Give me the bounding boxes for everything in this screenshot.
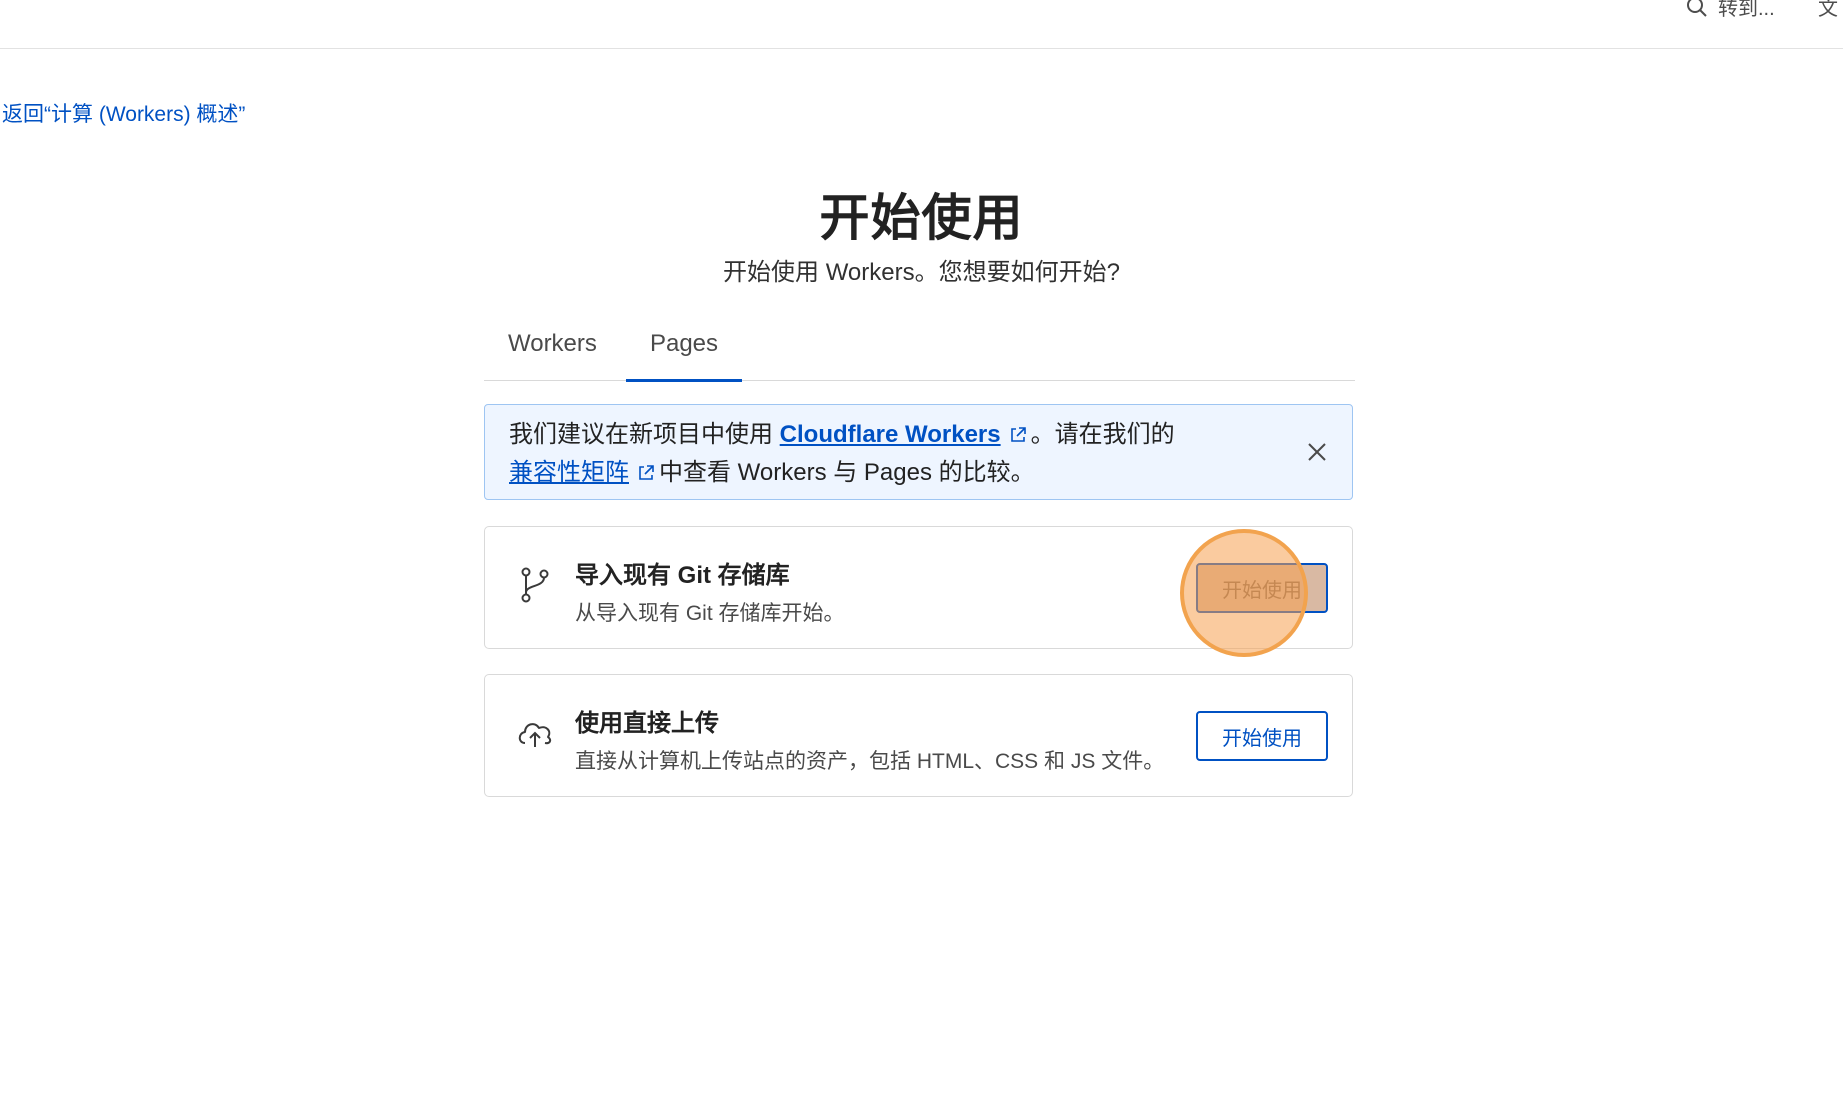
external-link-icon [1009,419,1027,455]
direct-upload-card: 使用直接上传 直接从计算机上传站点的资产，包括 HTML、CSS 和 JS 文件… [484,674,1353,797]
card-description: 从导入现有 Git 存储库开始。 [575,602,845,625]
card-description: 直接从计算机上传站点的资产，包括 HTML、CSS 和 JS 文件。 [575,750,1165,773]
tab-pages[interactable]: Pages [626,325,742,382]
banner-text-2: 。请在我们的 [1030,421,1175,448]
compatibility-matrix-link[interactable]: 兼容性矩阵 [509,459,629,486]
info-banner: 我们建议在新项目中使用 Cloudflare Workers 。请在我们的 兼容性… [484,404,1353,500]
cloudflare-workers-link[interactable]: Cloudflare Workers [780,421,1001,448]
page-subtitle: 开始使用 Workers。您想要如何开始? [723,259,1120,286]
tab-workers[interactable]: Workers [508,325,597,380]
page-title: 开始使用 [819,190,1024,246]
import-git-start-button[interactable]: 开始使用 [1196,563,1328,613]
git-branch-icon [515,565,555,605]
card-title: 导入现有 Git 存储库 [575,562,790,589]
banner-text-1: 我们建议在新项目中使用 [509,421,773,448]
cloud-upload-icon [515,713,555,753]
banner-text-3: 中查看 Workers 与 Pages 的比较。 [659,459,1035,486]
card-title: 使用直接上传 [575,710,719,737]
close-icon[interactable] [1304,439,1330,465]
tab-bar: Workers Pages [484,325,1355,382]
top-bar: 转到... 文 [0,0,1843,49]
goto-label: 转到... [1718,0,1775,20]
back-to-overview-link[interactable]: 返回“计算 (Workers) 概述” [2,98,245,128]
goto-search-button[interactable]: 转到... [1686,0,1775,21]
search-icon [1686,0,1708,18]
external-link-icon [637,457,655,493]
language-button[interactable]: 文 [1818,0,1838,21]
import-git-card: 导入现有 Git 存储库 从导入现有 Git 存储库开始。 开始使用 [484,526,1353,649]
direct-upload-start-button[interactable]: 开始使用 [1196,711,1328,761]
